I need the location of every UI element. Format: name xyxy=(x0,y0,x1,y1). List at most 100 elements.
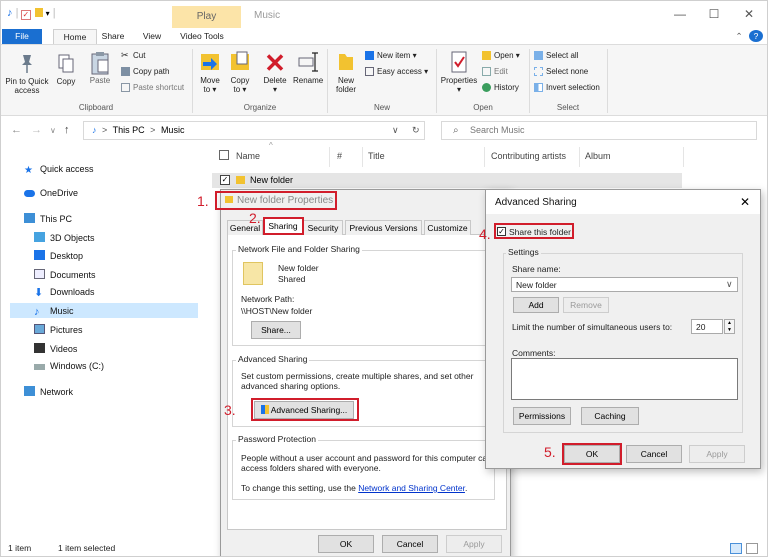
back-arrow-icon[interactable]: ← xyxy=(11,124,22,136)
recent-chevron-icon[interactable]: ∨ xyxy=(50,126,56,135)
new-item-button[interactable]: New item ▾ xyxy=(365,51,417,61)
tab-previous-versions[interactable]: Previous Versions xyxy=(345,220,422,235)
up-arrow-icon[interactable]: ↑ xyxy=(64,124,70,136)
large-icons-view-icon[interactable] xyxy=(746,543,758,554)
delete-button[interactable]: ✕ Delete ▾ xyxy=(260,50,290,94)
contextual-tab-play[interactable]: Play xyxy=(172,6,241,28)
new-folder-icon xyxy=(339,54,353,70)
tab-file[interactable]: File xyxy=(2,29,42,44)
rename-button[interactable]: Rename xyxy=(293,50,323,85)
help-icon[interactable]: ? xyxy=(749,30,763,42)
column-header-artists[interactable]: Contributing artists xyxy=(491,151,566,161)
search-input[interactable]: Search Music xyxy=(441,121,757,140)
row-checkbox[interactable]: ✓ xyxy=(220,175,230,185)
user-limit-stepper[interactable]: 20 xyxy=(691,319,723,334)
select-all-button[interactable]: Select all xyxy=(534,51,578,61)
select-all-checkbox[interactable] xyxy=(219,150,229,160)
music-note-icon: ♪ xyxy=(92,125,97,135)
new-folder-button[interactable]: New folder xyxy=(332,50,360,94)
properties-qat-icon[interactable]: ✓ xyxy=(21,10,32,20)
close-icon[interactable]: ✕ xyxy=(734,7,764,21)
nav-downloads[interactable]: ⬇ Downloads xyxy=(34,287,95,299)
maximize-icon[interactable]: ☐ xyxy=(699,7,729,21)
copy-to-button[interactable]: Copy to ▾ xyxy=(227,50,253,94)
add-button[interactable]: Add xyxy=(513,297,559,313)
nav-3d-objects[interactable]: 3D Objects xyxy=(34,232,95,243)
minimize-icon[interactable]: — xyxy=(665,7,695,21)
comments-field[interactable] xyxy=(511,358,738,400)
highlight-advanced-sharing-button xyxy=(251,398,359,421)
close-icon[interactable]: ✕ xyxy=(740,195,750,209)
column-header-title[interactable]: Title xyxy=(368,151,385,161)
tab-share[interactable]: Share xyxy=(98,29,128,44)
address-dropdown-icon[interactable]: ∨ xyxy=(392,122,399,139)
nav-quick-access[interactable]: ★ Quick access xyxy=(24,164,94,176)
edit-button[interactable]: Edit xyxy=(482,67,508,77)
paste-shortcut-button[interactable]: Paste shortcut xyxy=(121,83,184,93)
document-icon xyxy=(34,269,45,279)
properties-apply-button[interactable]: Apply xyxy=(446,535,502,553)
nav-music[interactable]: ♪ Music xyxy=(34,306,74,318)
details-view-icon[interactable] xyxy=(730,543,742,554)
share-button[interactable]: Share... xyxy=(251,321,301,339)
folder-qat-icon[interactable] xyxy=(34,8,43,17)
tab-video-tools[interactable]: Video Tools xyxy=(169,29,235,44)
column-divider[interactable] xyxy=(683,147,684,167)
properties-button[interactable]: Properties ▾ xyxy=(439,50,479,94)
title-bar: ♪ | ✓ ▾ | Play Music — ☐ ✕ xyxy=(1,1,767,29)
breadcrumb-music[interactable]: Music xyxy=(161,125,185,135)
paste-button[interactable]: Paste xyxy=(85,50,115,85)
caching-button[interactable]: Caching xyxy=(581,407,639,425)
copy-button[interactable]: Copy xyxy=(53,53,79,86)
nav-this-pc[interactable]: This PC xyxy=(24,213,72,224)
history-button[interactable]: History xyxy=(482,83,519,93)
nav-windows-c[interactable]: Windows (C:) xyxy=(34,361,104,371)
nav-documents[interactable]: Documents xyxy=(34,269,96,280)
open-button[interactable]: Open ▾ xyxy=(482,51,520,61)
nav-desktop[interactable]: Desktop xyxy=(34,250,83,261)
comments-label: Comments: xyxy=(512,348,556,358)
nav-onedrive[interactable]: OneDrive xyxy=(24,188,78,198)
tab-home[interactable]: Home xyxy=(53,29,97,44)
tab-view[interactable]: View xyxy=(137,29,167,44)
invert-selection-button[interactable]: Invert selection xyxy=(534,83,600,93)
column-divider[interactable] xyxy=(362,147,363,167)
stepper-arrows-icon[interactable]: ▲ ▼ xyxy=(724,319,735,334)
select-none-button[interactable]: Select none xyxy=(534,67,588,77)
column-divider[interactable] xyxy=(329,147,330,167)
column-header-number[interactable]: # xyxy=(337,151,342,161)
copy-path-button[interactable]: Copy path xyxy=(121,67,169,77)
nav-videos[interactable]: Videos xyxy=(34,343,77,354)
properties-ok-button[interactable]: OK xyxy=(318,535,374,553)
tab-security[interactable]: Security xyxy=(303,220,343,235)
refresh-icon[interactable]: ↻ xyxy=(412,122,420,139)
column-header-name[interactable]: Name xyxy=(236,151,260,161)
quick-access-toolbar: ♪ | ✓ ▾ | xyxy=(7,7,56,20)
column-divider[interactable] xyxy=(484,147,485,167)
remove-button[interactable]: Remove xyxy=(563,297,609,313)
tab-customize[interactable]: Customize xyxy=(424,220,471,235)
qat-dropdown-icon[interactable]: ▾ xyxy=(46,9,50,18)
advanced-apply-button[interactable]: Apply xyxy=(689,445,745,463)
nav-pictures[interactable]: Pictures xyxy=(34,324,83,335)
pin-quick-access-button[interactable]: Pin to Quick access xyxy=(5,53,49,95)
move-to-button[interactable]: Move to ▾ xyxy=(197,50,223,94)
forward-arrow-icon[interactable]: → xyxy=(31,124,42,136)
network-sharing-center-link[interactable]: Network and Sharing Center xyxy=(358,483,465,493)
column-header-album[interactable]: Album xyxy=(585,151,611,161)
permissions-button[interactable]: Permissions xyxy=(513,407,571,425)
cut-button[interactable]: ✂ Cut xyxy=(121,51,145,60)
breadcrumb-this-pc[interactable]: This PC xyxy=(113,125,145,135)
column-divider[interactable] xyxy=(579,147,580,167)
nav-network[interactable]: Network xyxy=(24,386,73,397)
desktop-icon xyxy=(34,250,45,260)
expand-ribbon-icon[interactable]: ⌃ xyxy=(733,29,745,44)
share-name-select[interactable]: New folder ∨ xyxy=(511,277,738,292)
easy-access-button[interactable]: Easy access ▾ xyxy=(365,67,428,77)
address-box[interactable]: ♪ > This PC > Music ∨ ↻ xyxy=(83,121,425,140)
address-bar-row: ← → ∨ ↑ ♪ > This PC > Music ∨ ↻ Search M… xyxy=(1,117,767,143)
file-name-cell[interactable]: New folder xyxy=(250,175,293,185)
advanced-cancel-button[interactable]: Cancel xyxy=(626,445,682,463)
properties-cancel-button[interactable]: Cancel xyxy=(382,535,438,553)
open-folder-icon xyxy=(482,51,491,61)
